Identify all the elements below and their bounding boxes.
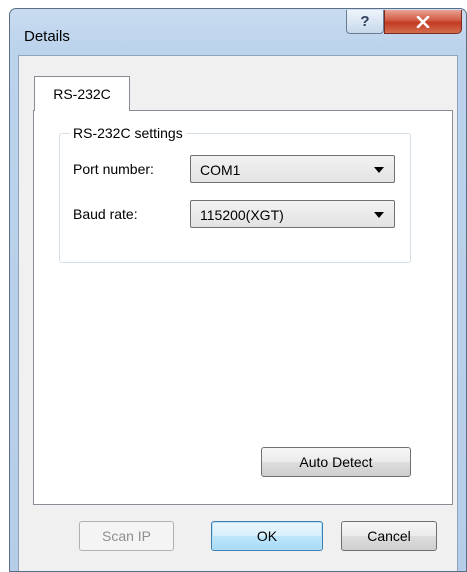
title-bar[interactable]: Details ? <box>10 9 466 55</box>
dialog-client-area: RS-232C RS-232C settings Port number: CO… <box>18 55 458 571</box>
scan-ip-button[interactable]: Scan IP <box>79 521 174 551</box>
tab-rs232c[interactable]: RS-232C <box>34 76 130 111</box>
cancel-button[interactable]: Cancel <box>341 521 437 551</box>
port-number-select[interactable]: COM1 <box>190 155 395 183</box>
baud-rate-select[interactable]: 115200(XGT) <box>190 200 395 228</box>
ok-button[interactable]: OK <box>211 521 323 551</box>
auto-detect-label: Auto Detect <box>299 454 373 470</box>
cancel-label: Cancel <box>367 528 411 544</box>
help-icon: ? <box>360 13 370 30</box>
group-title: RS-232C settings <box>70 125 186 141</box>
close-button[interactable] <box>384 10 462 34</box>
dialog-window: Details ? RS-232C RS-232C settings Port … <box>9 8 467 572</box>
baud-rate-value: 115200(XGT) <box>200 207 284 223</box>
port-number-value: COM1 <box>200 162 241 178</box>
chevron-down-icon <box>374 212 384 218</box>
baud-rate-label: Baud rate: <box>73 206 138 222</box>
scan-ip-label: Scan IP <box>101 528 152 544</box>
tab-panel: RS-232C settings Port number: COM1 Baud … <box>33 110 453 505</box>
tab-label: RS-232C <box>53 86 111 102</box>
port-number-label: Port number: <box>73 161 154 177</box>
ok-label: OK <box>256 528 278 544</box>
auto-detect-button[interactable]: Auto Detect <box>261 447 411 477</box>
rs232c-settings-group: RS-232C settings Port number: COM1 Baud … <box>59 125 411 263</box>
close-icon <box>416 15 430 28</box>
window-title: Details <box>24 28 70 45</box>
help-button[interactable]: ? <box>346 10 384 34</box>
chevron-down-icon <box>374 167 384 173</box>
